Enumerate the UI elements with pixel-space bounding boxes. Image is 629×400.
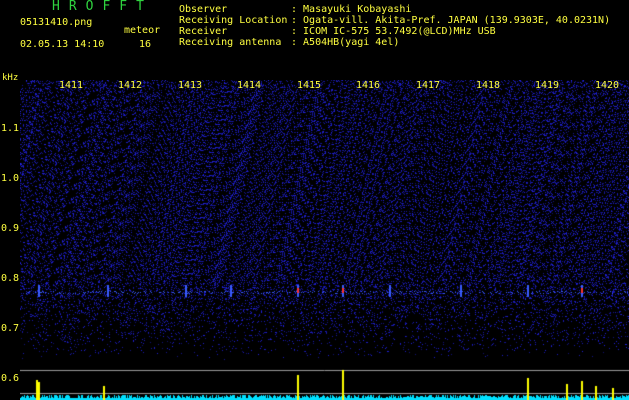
x-tick: 1420 xyxy=(595,80,620,91)
header-panel: HROFFT 05131410.png 02.05.13 14:10 meteo… xyxy=(0,0,629,80)
y-tick: 1.1 xyxy=(1,123,20,134)
x-tick: 1418 xyxy=(476,80,501,91)
y-tick: 0.6 xyxy=(1,373,20,384)
file-name: 05131410.png xyxy=(20,17,93,28)
y-unit-label: kHz xyxy=(2,73,19,83)
x-tick: 1417 xyxy=(416,80,441,91)
y-tick: 1.0 xyxy=(1,173,20,184)
spectrum-display xyxy=(20,363,629,400)
x-tick: 1419 xyxy=(535,80,560,91)
receiver-row: Receiver: ICOM IC-575 53.7492(@LCD)MHz U… xyxy=(179,26,496,37)
station-info: Observer: Masayuki Kobayashi Receiving L… xyxy=(179,4,610,48)
date-time: 02.05.13 14:10 xyxy=(20,39,105,50)
location-row: Receiving Location: Ogata-vill. Akita-Pr… xyxy=(179,15,611,26)
x-tick: 1413 xyxy=(178,80,203,91)
x-tick: 1414 xyxy=(237,80,262,91)
waterfall-display xyxy=(20,80,629,400)
x-tick: 1411 xyxy=(59,80,84,91)
x-tick: 1412 xyxy=(118,80,143,91)
app-title: HROFFT xyxy=(52,0,153,14)
y-tick: 0.9 xyxy=(1,223,20,234)
x-tick: 1416 xyxy=(356,80,381,91)
y-tick: 0.7 xyxy=(1,323,20,334)
meteor-count: 16 xyxy=(139,39,152,50)
antenna-row: Receiving antenna: A504HB(yagi 4el) xyxy=(179,37,400,48)
observer-row: Observer: Masayuki Kobayashi xyxy=(179,4,412,15)
y-tick: 0.8 xyxy=(1,273,20,284)
x-tick: 1415 xyxy=(297,80,322,91)
meteor-label: meteor xyxy=(124,25,161,36)
